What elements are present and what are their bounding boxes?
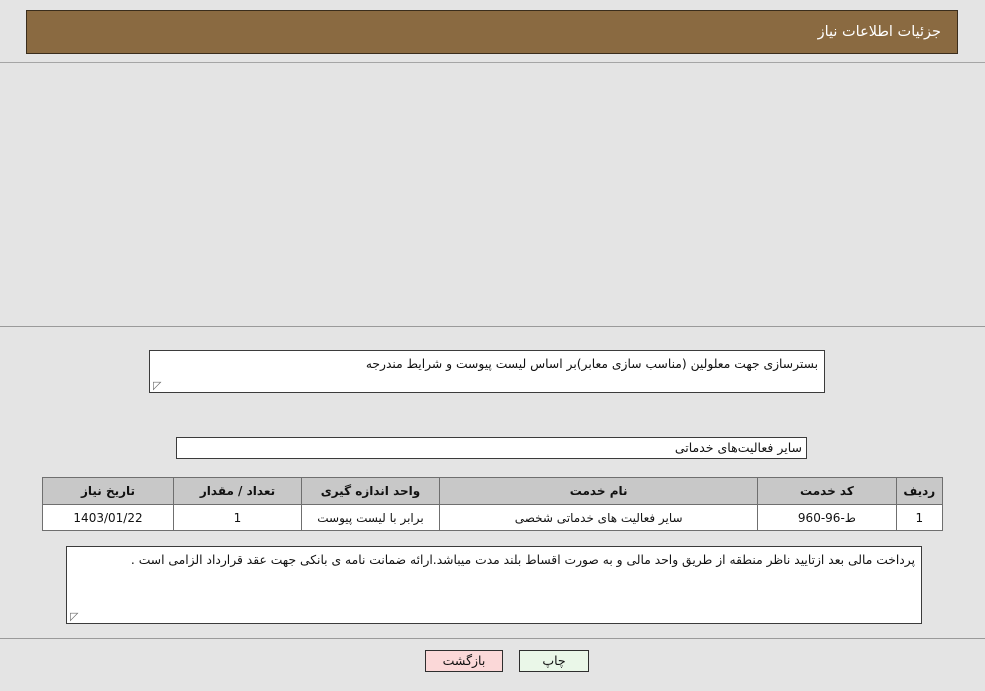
service-group-value: سایر فعالیت‌های خدماتی	[176, 437, 807, 459]
cell-service-code: ط-96-960	[757, 504, 897, 531]
cell-radif: 1	[895, 504, 944, 531]
print-button[interactable]: چاپ	[519, 650, 589, 672]
table-row: 1 ط-96-960 سایر فعالیت های خدماتی شخصی ب…	[41, 504, 944, 531]
page-title: جزئیات اطلاعات نیاز	[817, 24, 941, 40]
services-table: ردیف کد خدمت نام خدمت واحد اندازه گیری ت…	[41, 477, 944, 531]
need-summary-textarea[interactable]: بسترسازی جهت معلولین (مناسب سازی معابر)ب…	[149, 350, 825, 393]
cell-service-name: سایر فعالیت های خدماتی شخصی	[439, 504, 759, 531]
cell-need-date: 1403/01/22	[41, 504, 175, 531]
page-root: AnaTender .net جزئیات اطلاعات نیاز شماره…	[0, 0, 985, 691]
col-header-unit: واحد اندازه گیری	[300, 477, 441, 505]
table-header-row: ردیف کد خدمت نام خدمت واحد اندازه گیری ت…	[41, 477, 944, 505]
buyer-notes-textarea[interactable]: پرداخت مالی بعد ازتایید ناظر منطقه از طر…	[66, 546, 922, 624]
buyer-notes-text: پرداخت مالی بعد ازتایید ناظر منطقه از طر…	[130, 553, 915, 567]
col-header-quantity: تعداد / مقدار	[173, 477, 302, 505]
col-header-service-code: کد خدمت	[757, 477, 897, 505]
need-summary-text: بسترسازی جهت معلولین (مناسب سازی معابر)ب…	[365, 357, 818, 371]
col-header-service-name: نام خدمت	[439, 477, 759, 505]
resize-grip-icon[interactable]: ◸	[153, 380, 161, 391]
page-header: جزئیات اطلاعات نیاز	[26, 10, 958, 54]
back-button[interactable]: بازگشت	[425, 650, 503, 672]
resize-grip-icon-notes[interactable]: ◸	[70, 611, 78, 622]
cell-unit: برابر با لیست پیوست	[300, 504, 441, 531]
cell-quantity: 1	[173, 504, 302, 531]
col-header-radif: ردیف	[895, 477, 944, 505]
top-info-panel	[0, 62, 985, 327]
col-header-need-date: تاریخ نیاز	[41, 477, 175, 505]
